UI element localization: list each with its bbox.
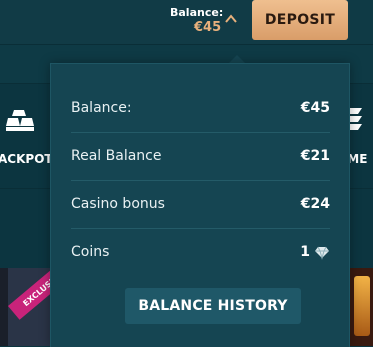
balance-dropdown: Balance: €45 Real Balance €21 Casino bon… — [50, 63, 350, 347]
row-label: Coins — [71, 244, 110, 260]
balance-label: Balance: — [170, 6, 224, 19]
game-tile[interactable]: EXCLUSIV — [0, 268, 50, 346]
category-jackpots[interactable]: ACKPOTS — [0, 100, 61, 180]
row-label: Real Balance — [71, 148, 162, 164]
game-tile[interactable] — [350, 268, 373, 346]
row-value: €24 — [300, 196, 330, 212]
dropdown-caret — [229, 55, 245, 63]
real-balance-row: Real Balance €21 — [71, 132, 330, 181]
balance-amount: €45 — [194, 20, 222, 35]
row-value: €45 — [300, 100, 330, 116]
deposit-button[interactable]: DEPOSIT — [252, 0, 348, 40]
coins-row: Coins 1 — [71, 228, 330, 276]
chevron-up-icon — [225, 14, 237, 23]
row-label: Balance: — [71, 100, 132, 116]
casino-bonus-row: Casino bonus €24 — [71, 180, 330, 229]
row-value: 1 — [300, 244, 310, 260]
row-label: Casino bonus — [71, 196, 165, 212]
balance-toggle[interactable]: Balance: €45 — [166, 4, 246, 38]
row-value: €21 — [300, 148, 330, 164]
balance-row: Balance: €45 — [71, 84, 330, 133]
diamond-icon — [315, 246, 329, 260]
game-tile-art — [354, 276, 370, 336]
top-header: Balance: €45 DEPOSIT — [0, 0, 373, 45]
header-edge — [350, 0, 373, 44]
gold-bars-icon — [6, 110, 34, 131]
balance-history-button[interactable]: BALANCE HISTORY — [125, 288, 301, 324]
